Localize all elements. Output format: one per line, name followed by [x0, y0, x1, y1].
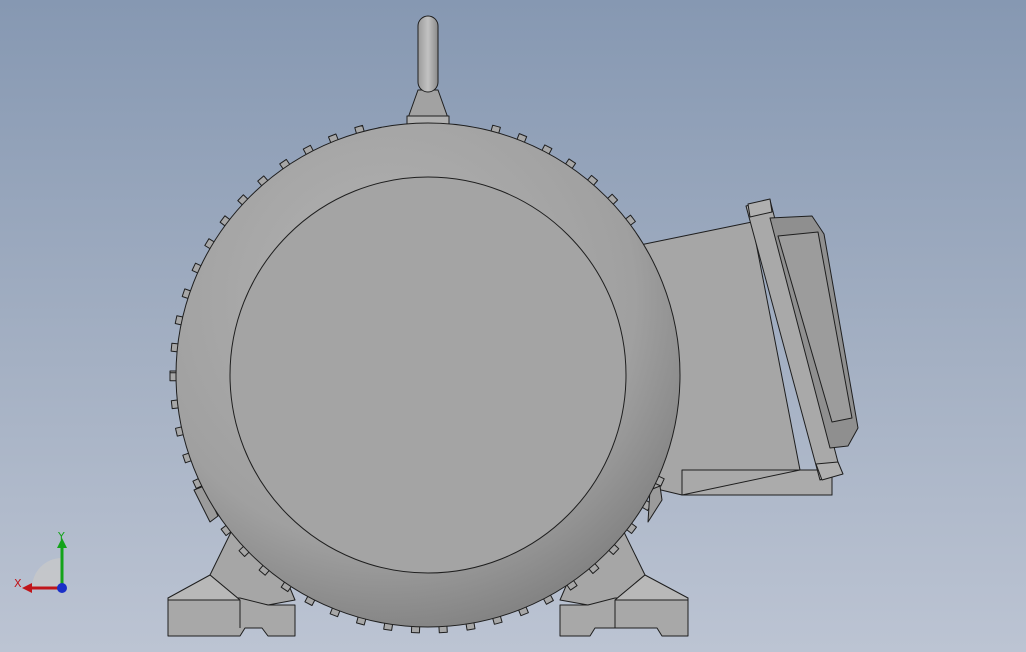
cad-viewport[interactable]: [0, 0, 1026, 652]
axis-triad: Y X: [14, 530, 67, 593]
triad-shade: [32, 558, 62, 588]
fan-cover-face[interactable]: [229, 176, 627, 574]
lifting-eye[interactable]: [406, 15, 450, 125]
x-axis-label: X: [14, 577, 22, 590]
x-axis-arrow: [22, 583, 32, 593]
y-axis-label: Y: [57, 530, 65, 543]
z-axis-dot: [57, 583, 67, 593]
motor-model[interactable]: [167, 15, 859, 637]
